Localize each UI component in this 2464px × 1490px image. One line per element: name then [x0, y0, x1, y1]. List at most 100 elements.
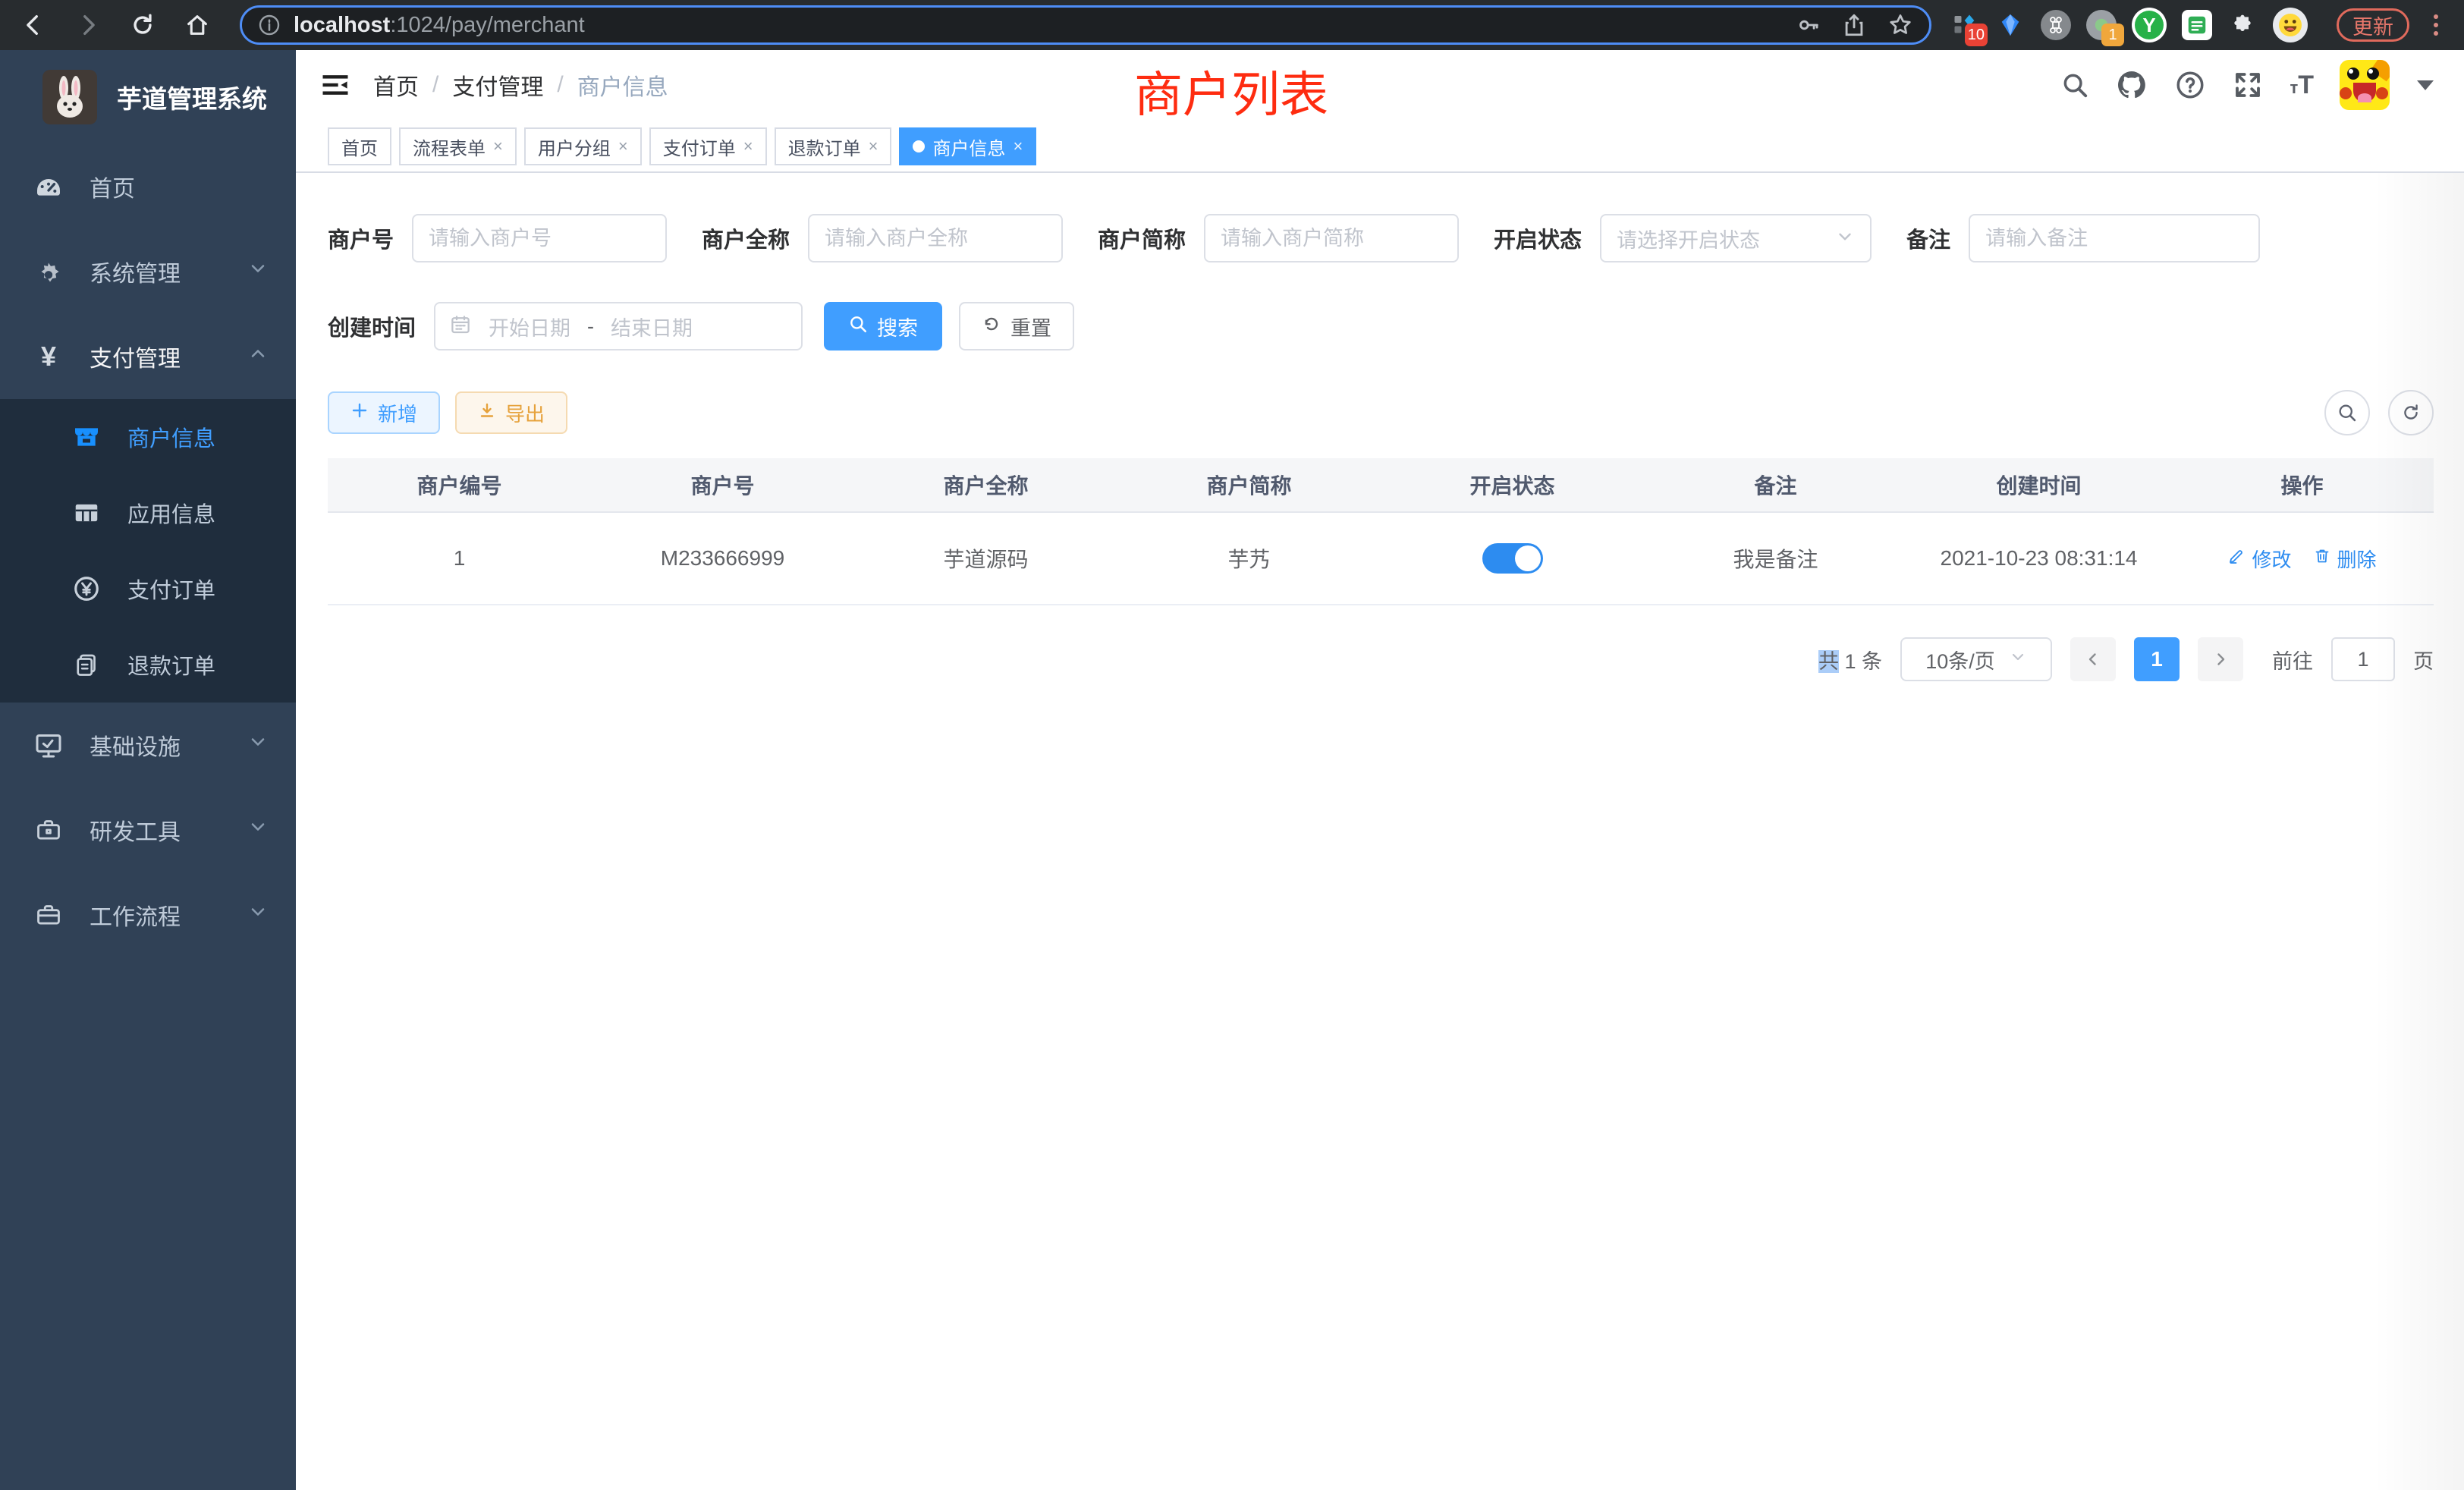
- extension-gem-icon[interactable]: [1995, 10, 2026, 40]
- share-icon[interactable]: [1841, 12, 1867, 38]
- close-icon[interactable]: ×: [869, 137, 878, 156]
- extension-emoji-icon[interactable]: [2273, 8, 2308, 42]
- toolbox-icon: [32, 816, 65, 844]
- browser-forward-button[interactable]: [71, 8, 105, 42]
- app-logo-row[interactable]: 芋道管理系统: [0, 50, 296, 144]
- add-button[interactable]: 新增: [328, 391, 440, 434]
- site-info-icon[interactable]: [257, 13, 281, 37]
- table-row: 1 M233666999 芋道源码 芋艿 我是备注 2021-10-23 08:…: [328, 513, 2434, 605]
- browser-menu-icon[interactable]: [2434, 14, 2438, 36]
- close-icon[interactable]: ×: [1013, 137, 1023, 156]
- merchant-table: 商户编号 商户号 商户全称 商户简称 开启状态 备注 创建时间 操作 1 M23…: [328, 458, 2434, 605]
- sidebar-item-pay-order[interactable]: 支付订单: [0, 551, 296, 627]
- reset-button[interactable]: 重置: [959, 302, 1074, 350]
- sidebar-item-workflow[interactable]: 工作流程: [0, 872, 296, 957]
- download-icon: [478, 401, 496, 425]
- grid-icon: [70, 498, 103, 527]
- full-name-input[interactable]: [825, 227, 1046, 250]
- sidebar-item-system[interactable]: 系统管理: [0, 229, 296, 314]
- tab-merchant-info[interactable]: 商户信息×: [899, 127, 1036, 165]
- goto-page-input[interactable]: [2331, 637, 2395, 681]
- field-label-short-name: 商户简称: [1098, 222, 1186, 254]
- extension-y-icon[interactable]: Y: [2132, 8, 2167, 42]
- briefcase-icon: [32, 901, 65, 929]
- col-create-time: 创建时间: [1907, 458, 2170, 511]
- chevron-down-icon: [247, 816, 269, 844]
- short-name-input[interactable]: [1221, 227, 1442, 250]
- sidebar-item-label: 应用信息: [127, 497, 269, 529]
- chevron-down-icon: [247, 258, 269, 285]
- col-short-name: 商户简称: [1117, 458, 1381, 511]
- breadcrumb-pay[interactable]: 支付管理: [452, 68, 543, 102]
- tab-pay-order[interactable]: 支付订单×: [649, 127, 767, 165]
- browser-toolbar: localhost:1024/pay/merchant 10 1: [0, 0, 2464, 50]
- goto-label: 前往: [2272, 645, 2313, 674]
- edit-link[interactable]: 修改: [2227, 545, 2291, 573]
- cell-short-name: 芋艿: [1117, 513, 1381, 604]
- field-label-create-time: 创建时间: [328, 310, 416, 342]
- browser-update-button[interactable]: 更新: [2337, 8, 2409, 42]
- page-number-1[interactable]: 1: [2134, 637, 2180, 681]
- chevron-up-icon: [247, 343, 269, 370]
- tab-user-group[interactable]: 用户分组×: [524, 127, 642, 165]
- sidebar-item-label: 支付订单: [127, 573, 269, 605]
- close-icon[interactable]: ×: [493, 137, 503, 156]
- tag-view-bar: 首页 流程表单× 用户分组× 支付订单× 退款订单× 商户信息×: [296, 120, 2464, 173]
- trash-icon: [2313, 547, 2331, 571]
- extension-green-dot-icon[interactable]: 1: [2086, 10, 2117, 40]
- breadcrumb-separator: /: [557, 72, 563, 98]
- status-toggle[interactable]: [1482, 543, 1543, 574]
- tab-process-form[interactable]: 流程表单×: [399, 127, 517, 165]
- extensions-puzzle-icon[interactable]: [2227, 10, 2258, 40]
- github-icon[interactable]: [2115, 68, 2148, 102]
- sidebar-item-merchant-info[interactable]: 商户信息: [0, 399, 296, 475]
- extension-grid-icon[interactable]: 10: [1950, 10, 1980, 40]
- next-page-button[interactable]: [2198, 637, 2243, 681]
- extension-notes-icon[interactable]: [2182, 10, 2212, 40]
- extension-command-icon[interactable]: [2041, 10, 2071, 40]
- close-icon[interactable]: ×: [743, 137, 753, 156]
- remark-input[interactable]: [1985, 227, 2243, 250]
- address-bar[interactable]: localhost:1024/pay/merchant: [240, 5, 1931, 45]
- refresh-icon: [982, 314, 1001, 339]
- breadcrumb-home[interactable]: 首页: [373, 68, 419, 102]
- bookmark-star-icon[interactable]: [1887, 11, 1914, 39]
- col-remark: 备注: [1644, 458, 1907, 511]
- refresh-table-button[interactable]: [2388, 390, 2434, 435]
- browser-reload-button[interactable]: [126, 8, 159, 42]
- font-size-icon[interactable]: тT: [2290, 71, 2314, 100]
- help-icon[interactable]: [2174, 69, 2206, 101]
- sidebar-item-home[interactable]: 首页: [0, 144, 296, 229]
- page-content: 商户号 商户全称 商户简称 开启状态 请选择开启状态 备注: [296, 173, 2464, 1490]
- header-search-icon[interactable]: [2060, 71, 2089, 99]
- browser-back-button[interactable]: [17, 8, 50, 42]
- tab-home[interactable]: 首页: [328, 127, 391, 165]
- prev-page-button[interactable]: [2070, 637, 2116, 681]
- avatar[interactable]: [2340, 60, 2390, 110]
- document-icon: [70, 651, 103, 678]
- pagination: 共 1 条 10条/页 1 前往 页: [328, 637, 2434, 681]
- tab-refund-order[interactable]: 退款订单×: [775, 127, 892, 165]
- fullscreen-icon[interactable]: [2232, 69, 2264, 101]
- browser-home-button[interactable]: [181, 8, 214, 42]
- status-select[interactable]: 请选择开启状态: [1600, 214, 1872, 262]
- app-title: 芋道管理系统: [117, 79, 267, 115]
- sidebar-collapse-icon[interactable]: [317, 67, 354, 103]
- sidebar-item-pay[interactable]: ¥ 支付管理: [0, 314, 296, 399]
- avatar-caret-icon[interactable]: [2417, 80, 2434, 90]
- sidebar-item-refund-order[interactable]: 退款订单: [0, 627, 296, 703]
- sidebar-item-infra[interactable]: 基础设施: [0, 703, 296, 787]
- close-icon[interactable]: ×: [618, 137, 628, 156]
- show-search-toggle-button[interactable]: [2324, 390, 2370, 435]
- page-size-select[interactable]: 10条/页: [1900, 637, 2052, 681]
- password-key-icon[interactable]: [1796, 12, 1821, 38]
- create-time-range-picker[interactable]: 开始日期 - 结束日期: [434, 302, 803, 350]
- sidebar-item-app-info[interactable]: 应用信息: [0, 475, 296, 551]
- export-button[interactable]: 导出: [455, 391, 567, 434]
- search-button[interactable]: 搜索: [824, 302, 942, 350]
- shop-icon: [70, 422, 103, 452]
- delete-link[interactable]: 删除: [2313, 545, 2377, 573]
- sidebar-item-dev-tools[interactable]: 研发工具: [0, 787, 296, 872]
- merchant-no-input[interactable]: [429, 227, 650, 250]
- page-unit-label: 页: [2413, 645, 2434, 674]
